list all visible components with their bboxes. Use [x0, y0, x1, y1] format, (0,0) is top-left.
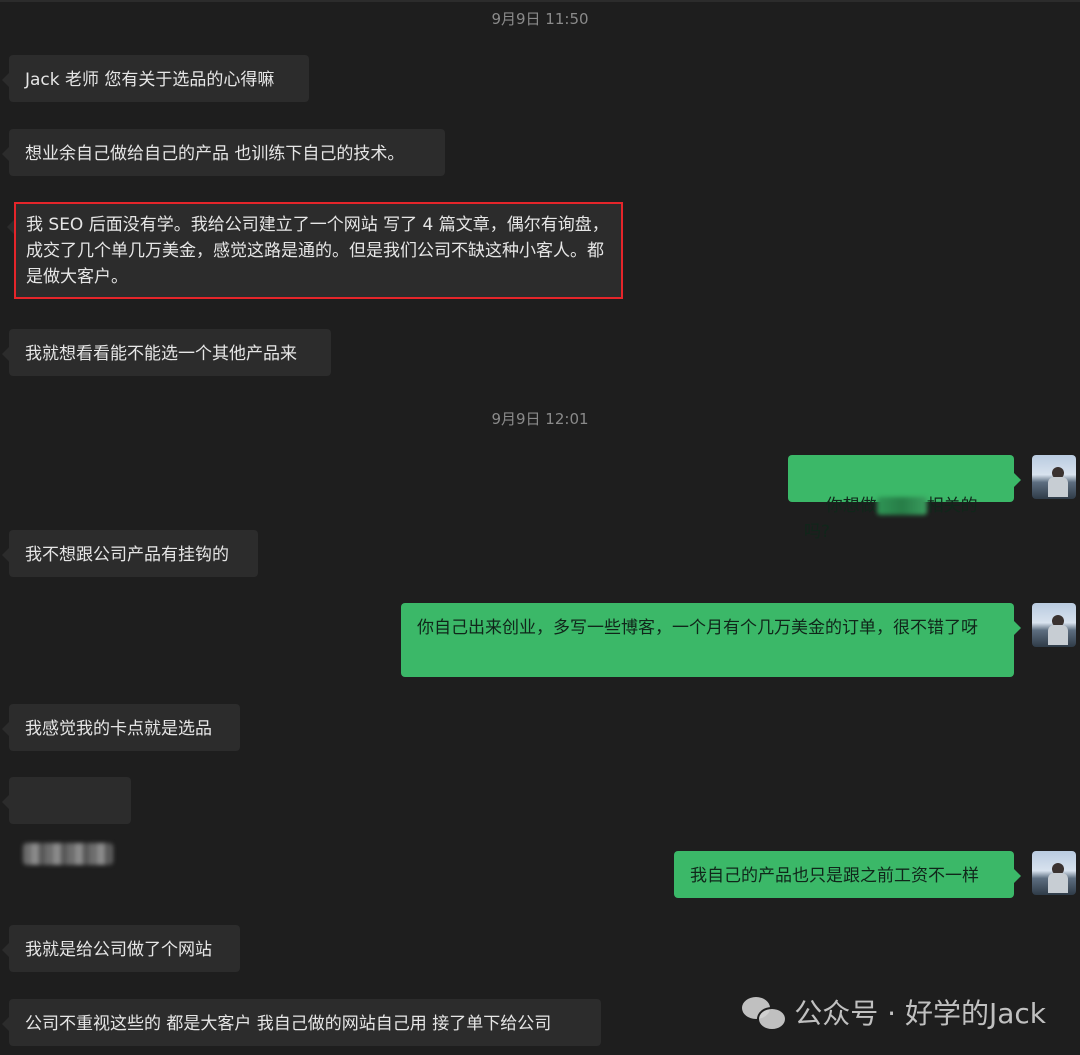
watermark: 公众号 · 好学的Jack — [742, 992, 1046, 1032]
watermark-text: 公众号 · 好学的Jack — [794, 997, 1046, 1030]
message-incoming-redacted[interactable] — [2, 777, 131, 865]
redacted-blur — [876, 497, 927, 515]
avatar[interactable] — [1032, 851, 1076, 895]
top-divider — [0, 0, 1080, 2]
message-incoming[interactable]: Jack 老师 您有关于选品的心得嘛 — [2, 55, 309, 102]
avatar[interactable] — [1032, 603, 1076, 647]
message-incoming[interactable]: 我就想看看能不能选一个其他产品来 — [2, 329, 331, 376]
message-incoming[interactable]: 公司不重视这些的 都是大客户 我自己做的网站自己用 接了单下给公司 — [2, 999, 601, 1046]
message-incoming[interactable]: 想业余自己做给自己的产品 也训练下自己的技术。 — [2, 129, 445, 176]
message-outgoing[interactable]: 你想做 相关的吗? — [788, 455, 1021, 542]
red-highlight-box — [14, 202, 623, 299]
timestamp-1150: 9月9日 11:50 — [491, 10, 589, 28]
chat-window: 9月9日 11:50 Jack 老师 您有关于选品的心得嘛 想业余自己做给自己的… — [0, 0, 1080, 1055]
message-incoming[interactable]: 我感觉我的卡点就是选品 — [2, 704, 240, 751]
timestamp-1201: 9月9日 12:01 — [491, 410, 589, 428]
redacted-blur — [23, 843, 113, 865]
message-outgoing[interactable]: 你自己出来创业，多写一些博客，一个月有个几万美金的订单，很不错了呀 — [401, 603, 1021, 677]
message-text-prefix: 你想做 — [825, 496, 877, 516]
avatar[interactable] — [1032, 455, 1076, 499]
wechat-icon — [742, 995, 788, 1031]
message-incoming[interactable]: 我不想跟公司产品有挂钩的 — [2, 530, 258, 577]
message-incoming[interactable]: 我就是给公司做了个网站 — [2, 925, 240, 972]
message-outgoing[interactable]: 我自己的产品也只是跟之前工资不一样 — [674, 851, 1021, 898]
